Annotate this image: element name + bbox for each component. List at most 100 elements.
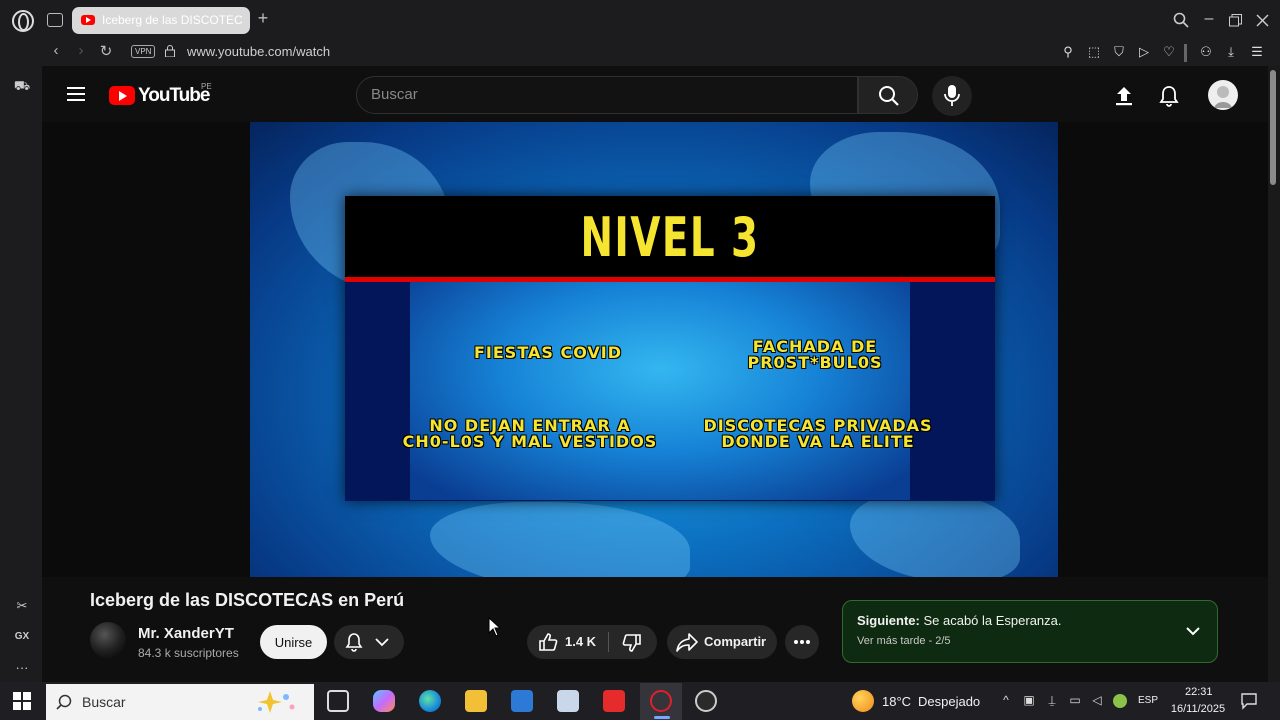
search-tabs-icon[interactable] — [1173, 12, 1189, 28]
more-actions-button[interactable] — [785, 625, 819, 659]
youtube-wordmark[interactable]: YouTube — [138, 85, 210, 107]
active-indicator — [654, 716, 670, 719]
country-code: PE — [201, 82, 212, 91]
new-tab-button[interactable]: + — [254, 8, 272, 29]
reload-button[interactable]: ↻ — [97, 42, 115, 60]
iceberg-shape — [430, 502, 690, 577]
scrollbar-thumb[interactable] — [1270, 70, 1276, 185]
browser-tab-active[interactable]: Iceberg de las DISCOTECAS — [72, 7, 250, 34]
tab-list-icon[interactable] — [47, 13, 63, 27]
windows-start-icon[interactable] — [13, 692, 31, 710]
up-next-playlist: Ver más tarde - 2/5 — [857, 635, 951, 647]
weather-temperature[interactable]: 18°C — [882, 694, 911, 709]
search-input[interactable] — [371, 86, 841, 103]
subscriber-count: 84.3 k suscriptores — [138, 646, 239, 660]
heart-icon[interactable]: ♡ — [1161, 44, 1177, 60]
mail-icon[interactable] — [511, 690, 533, 712]
iceberg-tag: NO DEJAN ENTRAR A CH0-L0S Y MAL VESTIDOS — [402, 416, 658, 451]
player-icon[interactable]: ▷ — [1136, 44, 1152, 60]
forward-button[interactable]: › — [72, 42, 90, 59]
microphone-tray-icon[interactable]: ⍊ — [1045, 693, 1059, 708]
like-icon[interactable] — [538, 632, 558, 652]
url-field[interactable]: www.youtube.com/watch — [187, 44, 330, 59]
dislike-icon[interactable] — [622, 633, 642, 653]
taskbar-search-label[interactable]: Buscar — [82, 694, 126, 710]
notification-center-icon[interactable] — [1240, 692, 1258, 710]
iceberg-shape — [850, 492, 1020, 577]
nvidia-tray-icon[interactable] — [1113, 694, 1127, 708]
notifications-bell-icon[interactable] — [1157, 84, 1181, 108]
language-indicator[interactable]: ESP — [1138, 695, 1158, 706]
subscription-bell-button[interactable] — [334, 625, 404, 659]
hamburger-menu-icon[interactable] — [67, 87, 85, 101]
network-icon[interactable]: ▭ — [1068, 693, 1082, 707]
share-icon — [676, 633, 698, 652]
upload-icon[interactable] — [1112, 84, 1136, 108]
iceberg-tag: DISCOTECAS PRIVADAS DONDE VA LA ELITE — [703, 416, 933, 451]
like-count[interactable]: 1.4 K — [565, 634, 596, 649]
up-next-title: Se acabó la Esperanza. — [923, 613, 1062, 628]
search-box — [356, 76, 858, 114]
chevron-up-icon[interactable]: ^ — [999, 693, 1013, 707]
bell-icon — [345, 633, 363, 652]
youtube-logo-icon[interactable] — [109, 86, 135, 105]
voice-search-button[interactable] — [932, 76, 972, 116]
task-view-icon[interactable] — [327, 690, 349, 712]
iceberg-tag: FACHADA DE PR0ST*BUL0S — [747, 337, 883, 372]
opera-gx-taskbar-icon[interactable] — [650, 690, 672, 712]
tray-app-icon[interactable]: ▣ — [1022, 693, 1036, 707]
vpn-badge[interactable]: VPN — [131, 45, 156, 58]
pin-icon[interactable]: ⚲ — [1060, 44, 1076, 60]
opera-menu-icon[interactable] — [12, 10, 34, 32]
youtube-favicon-icon — [81, 15, 95, 25]
back-button[interactable]: ‹ — [47, 42, 65, 59]
iceberg-tag: FIESTAS COVID — [473, 343, 622, 362]
edge-icon[interactable] — [419, 690, 441, 712]
toolbar-divider — [1184, 44, 1187, 62]
notepad-icon[interactable] — [557, 690, 579, 712]
weather-description[interactable]: Despejado — [918, 694, 980, 709]
tab-title: Iceberg de las DISCOTECAS — [102, 13, 242, 27]
mouse-cursor-icon — [488, 617, 502, 637]
panel-iceberg-image — [410, 282, 910, 500]
video-title: Iceberg de las DISCOTECAS en Perú — [90, 590, 405, 610]
copilot-icon[interactable] — [373, 690, 395, 712]
search-button[interactable] — [858, 76, 918, 114]
chevron-down-icon — [375, 638, 389, 647]
clock-time[interactable]: 22:31 — [1185, 686, 1213, 698]
easy-setup-icon[interactable]: ☰ — [1249, 44, 1265, 60]
weather-icon[interactable] — [852, 690, 874, 712]
profile-icon[interactable]: ⚇ — [1198, 44, 1214, 60]
download-icon[interactable]: ⤓ — [1223, 44, 1239, 60]
shield-icon[interactable]: ⛉ — [1111, 44, 1127, 60]
sidebar-more-icon[interactable]: ··· — [11, 660, 33, 675]
search-icon — [56, 694, 72, 710]
level-divider-line — [345, 277, 995, 282]
minimize-button[interactable]: – — [1198, 10, 1220, 28]
lock-icon[interactable] — [165, 45, 175, 57]
close-window-button[interactable] — [1256, 14, 1269, 27]
join-button[interactable]: Unirse — [260, 625, 327, 659]
gx-control-icon[interactable]: ⛟ — [11, 78, 33, 96]
channel-name[interactable]: Mr. XanderYT — [138, 625, 234, 642]
scissors-icon[interactable]: ✂ — [11, 598, 33, 614]
up-next-prefix: Siguiente: — [857, 613, 920, 628]
level-title: NIVEL 3 — [580, 206, 760, 269]
search-icon — [879, 86, 899, 106]
steam-icon[interactable] — [695, 690, 717, 712]
volume-icon[interactable]: ◁ — [1090, 693, 1104, 707]
up-next-label[interactable]: Siguiente: Se acabó la Esperanza. — [857, 613, 1062, 628]
wps-office-icon[interactable] — [603, 690, 625, 712]
share-label[interactable]: Compartir — [704, 634, 766, 649]
file-explorer-icon[interactable] — [465, 690, 487, 712]
chevron-down-icon[interactable] — [1186, 626, 1200, 636]
sparkle-icon — [258, 691, 295, 713]
microphone-icon — [944, 85, 960, 106]
gx-corner-icon[interactable]: GX — [11, 631, 33, 642]
restore-button[interactable] — [1229, 14, 1242, 27]
clock-date[interactable]: 16/11/2025 — [1170, 703, 1226, 715]
account-avatar[interactable] — [1208, 80, 1238, 110]
channel-avatar[interactable] — [90, 622, 126, 658]
snapshot-icon[interactable]: ⬚ — [1086, 44, 1102, 60]
up-next-card[interactable] — [842, 600, 1218, 663]
